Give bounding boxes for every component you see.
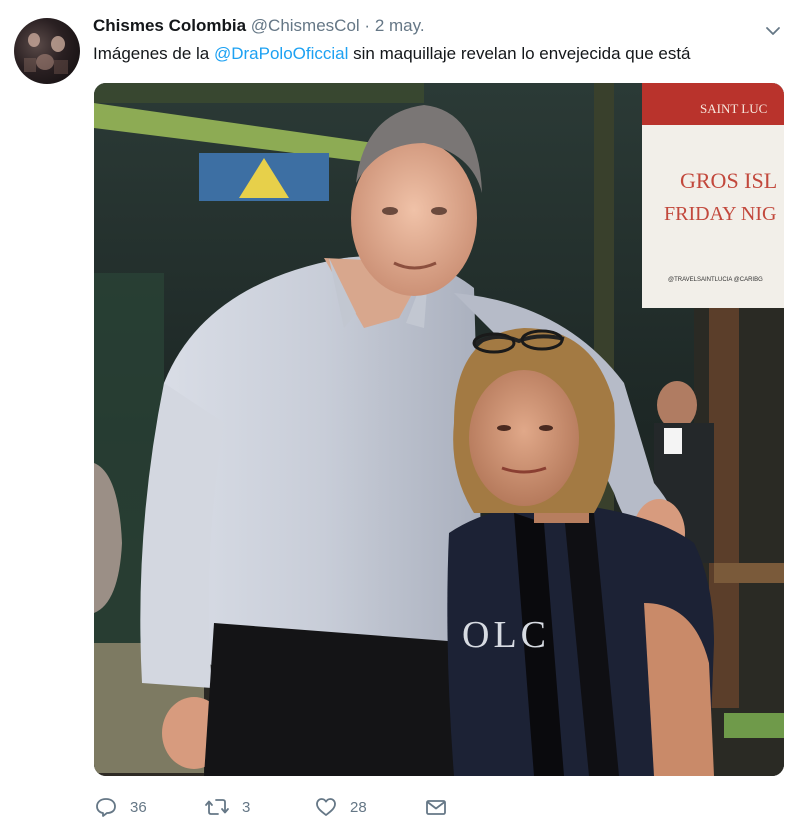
shirt-text: OLC (462, 614, 550, 656)
sign-small-text: @TRAVELSAINTLUCIA @CARIBG (668, 277, 763, 283)
sign-line-3: FRIDAY NIG (664, 203, 776, 225)
like-count: 28 (350, 798, 367, 816)
author-handle[interactable]: @ChismesCol (251, 16, 360, 35)
avatar[interactable] (14, 18, 80, 84)
direct-message-icon (426, 800, 446, 815)
chevron-down-icon[interactable] (762, 20, 784, 42)
separator-dot: · (364, 16, 371, 35)
tweet-photo[interactable]: SAINT LUC GROS ISL FRIDAY NIG @TRAVELSAI… (94, 83, 784, 776)
direct-message-button[interactable] (424, 790, 448, 824)
tweet-text-before: Imágenes de la (93, 44, 210, 63)
tweet-actions: 36 3 28 (94, 790, 514, 824)
sign-line-1: SAINT LUC (700, 101, 767, 116)
tweet-text: Imágenes de la @DraPoloOficcial sin maqu… (93, 44, 691, 64)
tweet-date[interactable]: 2 may. (375, 16, 425, 35)
reply-icon (96, 798, 116, 817)
like-button[interactable]: 28 (314, 790, 367, 824)
retweet-icon (205, 799, 229, 815)
tweet-header: Chismes Colombia @ChismesCol · 2 may. (93, 16, 425, 40)
mention-link[interactable]: @DraPoloOficcial (214, 44, 348, 63)
tweet-text-after: sin maquillaje revelan lo envejecida que… (353, 44, 691, 63)
like-icon (316, 798, 336, 816)
retweet-button[interactable]: 3 (204, 790, 250, 824)
tweet-card[interactable]: Chismes Colombia @ChismesCol · 2 may. Im… (0, 0, 800, 836)
author-name[interactable]: Chismes Colombia (93, 16, 246, 35)
sign-line-2: GROS ISL (680, 168, 777, 193)
reply-count: 36 (130, 798, 147, 816)
retweet-count: 3 (242, 798, 251, 816)
reply-button[interactable]: 36 (94, 790, 147, 824)
